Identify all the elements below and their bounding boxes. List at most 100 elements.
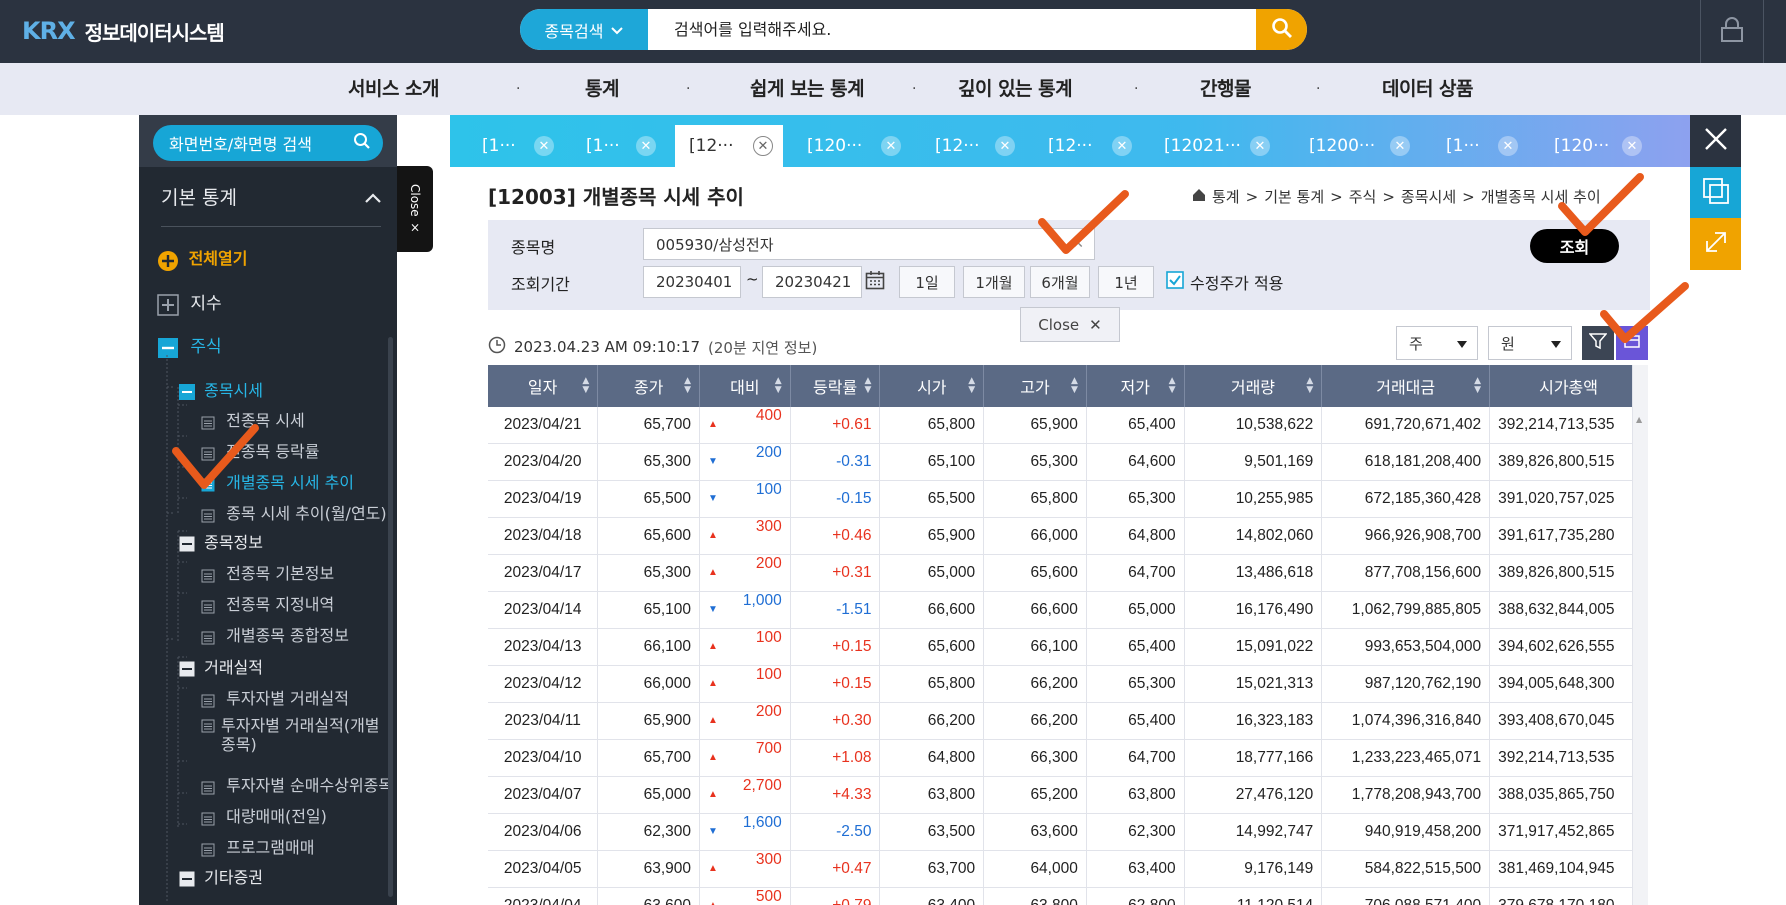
tree-item-stock-info[interactable]: 종목정보 bbox=[179, 529, 263, 553]
menu-publications[interactable]: 간행물 bbox=[1200, 63, 1251, 115]
period-1month-button[interactable]: 1개월 bbox=[963, 266, 1025, 298]
table-row[interactable]: 2023/04/12 66,000 ▲ 100 +0.15 65,800 66,200 65,… bbox=[488, 665, 1648, 703]
tab-item[interactable]: [1··· ✕ bbox=[572, 125, 666, 167]
sort-icon[interactable]: ▲ ▼ bbox=[684, 377, 691, 395]
sort-icon[interactable]: ▲ ▼ bbox=[1306, 377, 1313, 395]
table-row[interactable]: 2023/04/14 65,100 ▼ 1,000 -1.51 66,600 66,600 6… bbox=[488, 591, 1648, 629]
table-row[interactable]: 2023/04/18 65,600 ▲ 300 +0.46 65,900 66,000 64,… bbox=[488, 517, 1648, 555]
start-date-field[interactable]: 20230401 bbox=[643, 266, 741, 298]
close-icon[interactable]: ✕ bbox=[1498, 136, 1518, 156]
sort-icon[interactable]: ▲ ▼ bbox=[1474, 377, 1481, 395]
sort-icon[interactable]: ▲ ▼ bbox=[1071, 377, 1078, 395]
end-date-field[interactable]: 20230421 bbox=[762, 266, 862, 298]
tree-item-investor-net-top[interactable]: 투자자별 순매수상위종목 bbox=[201, 772, 393, 796]
sort-icon[interactable]: ▲ ▼ bbox=[968, 377, 975, 395]
screen-search-box[interactable]: 화면번호/화면명 검색 bbox=[153, 125, 383, 161]
close-icon[interactable]: ✕ bbox=[1390, 136, 1410, 156]
adjusted-price-checkbox[interactable]: 수정주가 적용 bbox=[1166, 270, 1283, 294]
menu-statistics[interactable]: 통계 bbox=[585, 63, 619, 115]
table-scrollbar[interactable]: ▲ bbox=[1632, 365, 1648, 905]
close-icon[interactable]: ✕ bbox=[753, 136, 773, 156]
login-button[interactable] bbox=[1700, 0, 1764, 63]
tree-item-monthly-trend[interactable]: 종목 시세 추이(월/연도) bbox=[201, 500, 387, 524]
column-header[interactable]: 일자 ▲ ▼ bbox=[488, 365, 599, 407]
breadcrumb-item[interactable]: 통계 bbox=[1212, 186, 1240, 207]
table-row[interactable]: 2023/04/17 65,300 ▲ 200 +0.31 65,000 65,600 64,… bbox=[488, 554, 1648, 592]
filter-close-tab[interactable]: Close ✕ bbox=[1020, 307, 1120, 342]
new-window-button[interactable] bbox=[1690, 167, 1741, 218]
column-header[interactable]: 시가 ▲ ▼ bbox=[879, 365, 985, 407]
tab-item[interactable]: [1··· ✕ bbox=[468, 125, 564, 167]
sort-icon[interactable]: ▲ ▼ bbox=[1169, 377, 1176, 395]
tab-item[interactable]: [1200··· ✕ bbox=[1295, 125, 1420, 167]
search-button[interactable] bbox=[1256, 9, 1307, 50]
column-header[interactable]: 거래대금 ▲ ▼ bbox=[1321, 365, 1491, 407]
table-row[interactable]: 2023/04/10 65,700 ▲ 700 +1.08 64,800 66,300 64,… bbox=[488, 739, 1648, 777]
close-icon[interactable]: ✕ bbox=[1112, 136, 1132, 156]
tab-item-active[interactable]: [12··· ✕ bbox=[675, 125, 783, 167]
tab-item[interactable]: [12··· ✕ bbox=[921, 125, 1025, 167]
krx-logo[interactable]: KRX 정보데이터시스템 bbox=[22, 14, 225, 48]
search-type-dropdown[interactable]: 종목검색 bbox=[520, 9, 648, 50]
menu-deep-statistics[interactable]: 깊이 있는 통계 bbox=[958, 63, 1073, 115]
tree-item-trade-perf[interactable]: 거래실적 bbox=[179, 654, 263, 678]
close-icon[interactable]: ✕ bbox=[881, 136, 901, 156]
menu-easy-statistics[interactable]: 쉽게 보는 통계 bbox=[750, 63, 865, 115]
column-header[interactable]: 종가 ▲ ▼ bbox=[597, 365, 700, 407]
tree-item-all-basic[interactable]: 전종목 기본정보 bbox=[201, 560, 334, 584]
breadcrumb-item[interactable]: 종목시세 bbox=[1401, 186, 1456, 207]
table-row[interactable]: 2023/04/05 63,900 ▲ 300 +0.47 63,700 64,000 63,… bbox=[488, 850, 1648, 888]
close-icon[interactable]: ✕ bbox=[1622, 136, 1642, 156]
close-window-button[interactable] bbox=[1690, 115, 1741, 167]
tree-item-investor-perf-single[interactable]: 투자자별 거래실적(개별종목) bbox=[201, 716, 381, 754]
tree-item-stock-price[interactable]: 종목시세 bbox=[179, 377, 263, 401]
menu-service-intro[interactable]: 서비스 소개 bbox=[348, 63, 440, 115]
download-button[interactable] bbox=[1616, 326, 1648, 360]
tree-item-investor-perf[interactable]: 투자자별 거래실적 bbox=[201, 685, 349, 709]
table-row[interactable]: 2023/04/06 62,300 ▼ 1,600 -2.50 63,500 63,600 6… bbox=[488, 813, 1648, 851]
query-button[interactable]: 조회 bbox=[1530, 229, 1619, 263]
table-row[interactable]: 2023/04/11 65,900 ▲ 200 +0.30 66,200 66,200 65,… bbox=[488, 702, 1648, 740]
table-row[interactable]: 2023/04/20 65,300 ▼ 200 -0.31 65,100 65,300 64,… bbox=[488, 443, 1648, 481]
tab-item[interactable]: [12··· ✕ bbox=[1034, 125, 1142, 167]
stock-name-field[interactable]: 005930/삼성전자 ✕ bbox=[643, 228, 1095, 260]
tab-item[interactable]: [1··· ✕ bbox=[1432, 125, 1528, 167]
tree-item-other-securities[interactable]: 기타증권 bbox=[179, 864, 263, 888]
close-icon[interactable]: ✕ bbox=[995, 136, 1015, 156]
close-icon[interactable]: ✕ bbox=[636, 136, 656, 156]
calendar-button[interactable] bbox=[862, 266, 888, 298]
close-icon[interactable]: ✕ bbox=[534, 136, 554, 156]
home-icon[interactable] bbox=[1192, 188, 1206, 206]
breadcrumb-item[interactable]: 기본 통계 bbox=[1264, 186, 1324, 207]
table-row[interactable]: 2023/04/19 65,500 ▼ 100 -0.15 65,500 65,800 65,… bbox=[488, 480, 1648, 518]
tab-item[interactable]: [120··· ✕ bbox=[793, 125, 911, 167]
tab-item[interactable]: [120··· ✕ bbox=[1540, 125, 1652, 167]
tree-item-program-trade[interactable]: 프로그램매매 bbox=[201, 834, 314, 858]
breadcrumb-item[interactable]: 주식 bbox=[1349, 186, 1377, 207]
period-1year-button[interactable]: 1년 bbox=[1098, 266, 1154, 298]
column-header[interactable]: 거래량 ▲ ▼ bbox=[1184, 365, 1323, 407]
close-icon[interactable]: ✕ bbox=[1250, 136, 1270, 156]
amount-unit-select[interactable]: 원 bbox=[1488, 326, 1572, 360]
column-header[interactable]: 저가 ▲ ▼ bbox=[1086, 365, 1185, 407]
column-header[interactable]: 대비 ▲ ▼ bbox=[699, 365, 791, 407]
clear-icon[interactable]: ✕ bbox=[1072, 236, 1084, 252]
tree-item-block-trade[interactable]: 대량매매(전일) bbox=[201, 803, 327, 827]
sidebar-close-tab[interactable]: Close × bbox=[397, 166, 433, 252]
tree-item-all-price[interactable]: 전종목 시세 bbox=[201, 407, 305, 431]
volume-unit-select[interactable]: 주 bbox=[1396, 326, 1478, 360]
table-row[interactable]: 2023/04/07 65,000 ▲ 2,700 +4.33 63,800 65,200 6… bbox=[488, 776, 1648, 814]
period-6month-button[interactable]: 6개월 bbox=[1030, 266, 1090, 298]
sort-icon[interactable]: ▲ ▼ bbox=[865, 377, 872, 395]
expand-button[interactable] bbox=[1690, 218, 1741, 270]
filter-button[interactable] bbox=[1582, 326, 1614, 360]
scroll-up-icon[interactable]: ▲ bbox=[1636, 415, 1642, 424]
sort-icon[interactable]: ▲ ▼ bbox=[775, 377, 782, 395]
tree-item-single-overview[interactable]: 개별종목 종합정보 bbox=[201, 622, 349, 646]
tree-item-all-designation[interactable]: 전종목 지정내역 bbox=[201, 591, 334, 615]
table-row[interactable]: 2023/04/04 63,600 ▲ 500 +0.79 63,400 63,800 62,… bbox=[488, 887, 1648, 905]
sidebar-scrollbar[interactable] bbox=[388, 337, 393, 897]
menu-data-products[interactable]: 데이터 상품 bbox=[1382, 63, 1474, 115]
period-1day-button[interactable]: 1일 bbox=[899, 266, 955, 298]
search-input[interactable] bbox=[648, 9, 1256, 50]
